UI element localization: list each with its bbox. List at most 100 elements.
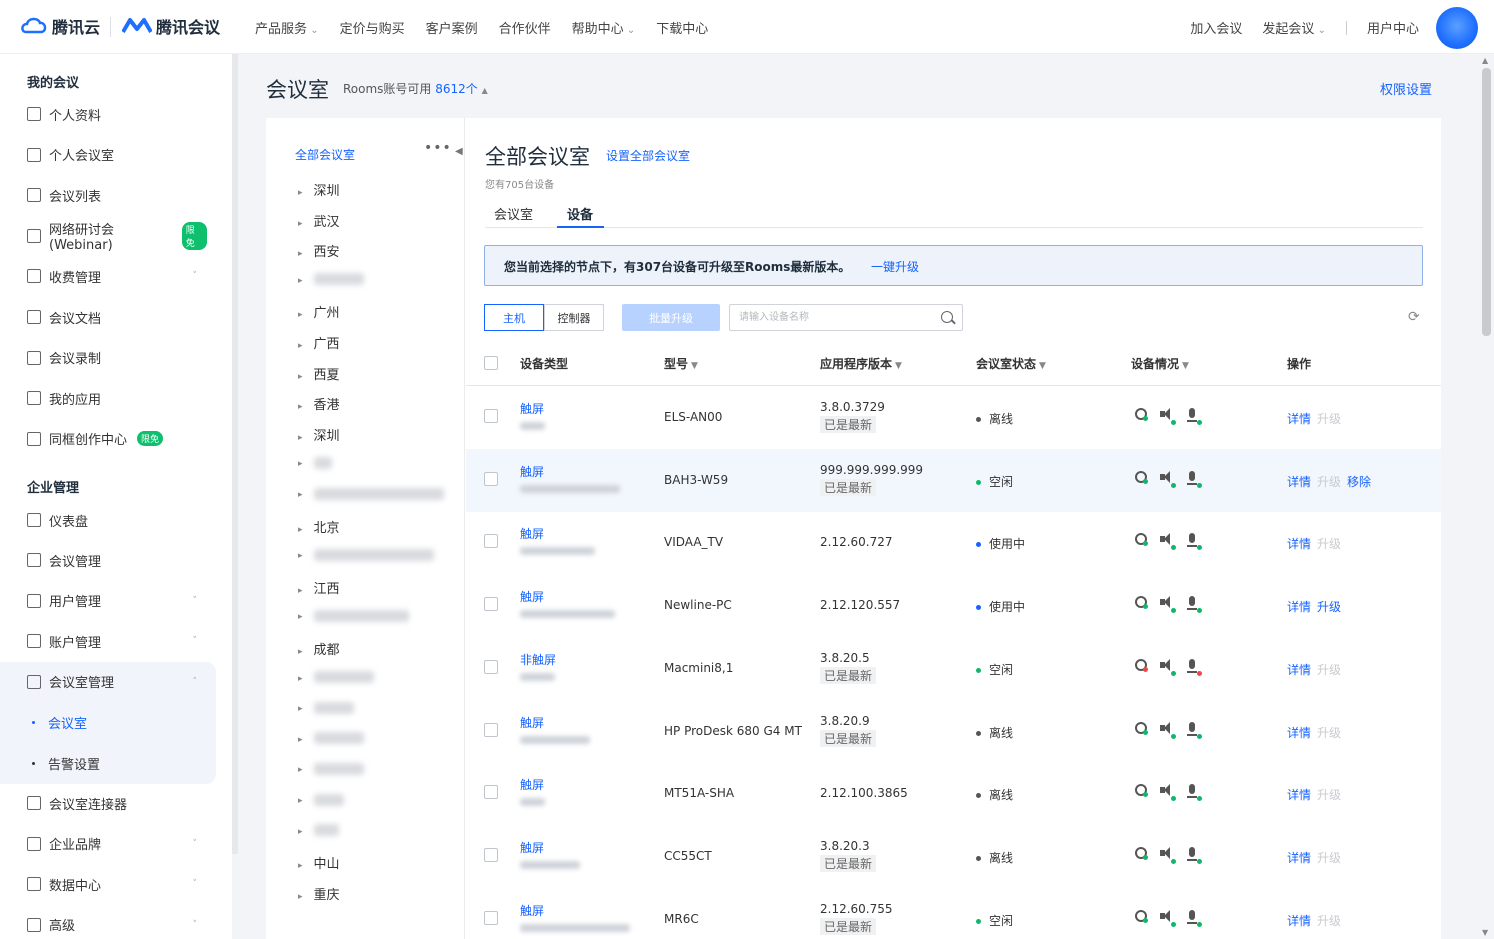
upgrade-link[interactable]: 升级 xyxy=(1317,537,1341,551)
nav-item[interactable]: 下载中心 xyxy=(656,18,708,37)
rooms-availability[interactable]: Rooms账号可用 8612个 ▲ xyxy=(343,80,488,97)
tree-node[interactable]: 深圳 xyxy=(298,180,340,199)
filter-icon[interactable]: ▼ xyxy=(895,361,902,371)
tree-node[interactable] xyxy=(298,608,409,623)
details-link[interactable]: 详情 xyxy=(1287,537,1311,551)
sidebar-subitem[interactable]: 会议室 xyxy=(32,713,87,732)
camera-icon[interactable] xyxy=(1135,909,1148,923)
tree-node[interactable]: 中山 xyxy=(298,853,340,872)
details-link[interactable]: 详情 xyxy=(1287,788,1311,802)
sidebar-item[interactable]: 用户管理 ˅ xyxy=(27,591,207,611)
microphone-icon[interactable] xyxy=(1186,846,1202,864)
one-click-upgrade-link[interactable]: 一键升级 xyxy=(871,258,919,275)
upgrade-link[interactable]: 升级 xyxy=(1317,914,1341,928)
microphone-icon[interactable] xyxy=(1186,596,1202,614)
avatar[interactable] xyxy=(1436,7,1478,49)
speaker-icon[interactable] xyxy=(1160,533,1176,551)
tree-node[interactable] xyxy=(298,547,434,562)
scroll-thumb[interactable] xyxy=(1482,68,1491,336)
sidebar-item[interactable]: 企业品牌 ˅ xyxy=(27,834,207,854)
row-checkbox[interactable] xyxy=(484,471,498,486)
sidebar-scrollbar[interactable] xyxy=(232,54,238,854)
microphone-icon[interactable] xyxy=(1186,533,1202,551)
tree-node[interactable]: 重庆 xyxy=(298,884,340,903)
batch-upgrade-button[interactable]: 批量升级 xyxy=(622,304,720,331)
nav-item[interactable]: 帮助中心 xyxy=(572,18,636,37)
upgrade-link[interactable]: 升级 xyxy=(1317,475,1341,489)
scroll-up-icon[interactable]: ▲ xyxy=(1482,56,1488,65)
sidebar-item[interactable]: 仪表盘 xyxy=(27,510,207,530)
table-row[interactable]: 触屏 VIDAA_TV 2.12.60.727 使用中 详情 升级 xyxy=(466,511,1441,574)
sidebar-subitem[interactable]: 告警设置 xyxy=(32,754,100,773)
sidebar-item[interactable]: 账户管理 ˅ xyxy=(27,631,207,651)
search-icon[interactable] xyxy=(941,311,953,323)
sidebar-item[interactable]: 会议列表 xyxy=(27,185,207,205)
tree-node[interactable]: 深圳 xyxy=(298,425,340,444)
tree-node[interactable]: 广西 xyxy=(298,333,340,352)
setting-all-rooms-link[interactable]: 设置全部会议室 xyxy=(606,147,690,164)
upgrade-link[interactable]: 升级 xyxy=(1317,600,1341,614)
filter-icon[interactable]: ▼ xyxy=(1182,361,1189,371)
table-row[interactable]: 触屏 CC55CT 3.8.20.3 已是最新 离线 详情 升级 xyxy=(466,825,1441,888)
camera-icon[interactable] xyxy=(1135,408,1148,421)
tree-node[interactable] xyxy=(298,670,374,685)
sidebar-item[interactable]: 收费管理 ˅ xyxy=(27,266,207,286)
microphone-icon[interactable] xyxy=(1186,658,1202,676)
upgrade-link[interactable]: 升级 xyxy=(1317,788,1341,802)
select-all-checkbox[interactable] xyxy=(484,356,498,370)
details-link[interactable]: 详情 xyxy=(1287,600,1311,614)
tree-node[interactable] xyxy=(298,792,344,807)
tree-node[interactable] xyxy=(298,700,354,715)
device-type-link[interactable]: 触屏 xyxy=(520,525,544,542)
sidebar-item[interactable]: 网络研讨会(Webinar) 限免 xyxy=(27,221,207,253)
tab-devices[interactable]: 设备 xyxy=(567,204,593,223)
table-row[interactable]: 触屏 ELS-AN00 3.8.0.3729 已是最新 离线 详情 升级 xyxy=(466,386,1441,449)
details-link[interactable]: 详情 xyxy=(1287,663,1311,677)
speaker-icon[interactable] xyxy=(1160,470,1176,488)
tree-node[interactable] xyxy=(298,455,332,470)
table-row[interactable]: 触屏 Newline-PC 2.12.120.557 使用中 详情 升级 xyxy=(466,574,1441,637)
row-checkbox[interactable] xyxy=(484,847,498,862)
tree-node[interactable] xyxy=(298,272,364,287)
table-row[interactable]: 触屏 HP ProDesk 680 G4 MT 3.8.20.9 已是最新 离线 详情 升级 xyxy=(466,700,1441,763)
camera-icon[interactable] xyxy=(1135,658,1148,672)
more-icon[interactable]: ••• xyxy=(424,140,452,156)
tree-node[interactable]: 成都 xyxy=(298,639,340,658)
sidebar-item[interactable]: 我的应用 xyxy=(27,388,207,408)
upgrade-link[interactable]: 升级 xyxy=(1317,412,1341,426)
nav-item[interactable]: 产品服务 xyxy=(255,18,319,37)
tree-node[interactable] xyxy=(298,761,364,776)
filter-icon[interactable]: ▼ xyxy=(1039,361,1046,371)
row-checkbox[interactable] xyxy=(484,534,498,549)
device-type-link[interactable]: 触屏 xyxy=(520,588,544,605)
speaker-icon[interactable] xyxy=(1160,408,1176,425)
sidebar-item[interactable]: 数据中心 ˅ xyxy=(27,874,207,894)
permission-settings-link[interactable]: 权限设置 xyxy=(1380,79,1432,98)
row-checkbox[interactable] xyxy=(484,910,498,925)
camera-icon[interactable] xyxy=(1135,470,1148,484)
tree-node[interactable]: 江西 xyxy=(298,578,340,597)
speaker-icon[interactable] xyxy=(1160,658,1176,676)
tab-rooms[interactable]: 会议室 xyxy=(494,204,533,223)
sidebar-item[interactable]: 同框创作中心 限免 xyxy=(27,429,207,449)
upgrade-link[interactable]: 升级 xyxy=(1317,851,1341,865)
speaker-icon[interactable] xyxy=(1160,846,1176,864)
tree-node[interactable]: 广州 xyxy=(298,302,340,321)
microphone-icon[interactable] xyxy=(1186,408,1202,425)
device-type-link[interactable]: 触屏 xyxy=(520,463,544,480)
device-type-link[interactable]: 触屏 xyxy=(520,714,544,731)
device-type-link[interactable]: 触屏 xyxy=(520,400,544,417)
tencent-cloud-logo[interactable]: 腾讯云 xyxy=(20,14,100,38)
speaker-icon[interactable] xyxy=(1160,784,1176,802)
device-type-link[interactable]: 触屏 xyxy=(520,839,544,856)
nav-item[interactable]: 合作伙伴 xyxy=(499,18,551,37)
device-search-input[interactable] xyxy=(730,305,930,330)
start-meeting-dropdown[interactable]: 发起会议 ⌄ xyxy=(1262,18,1326,37)
tree-root-node[interactable]: 全部会议室 xyxy=(295,146,355,163)
details-link[interactable]: 详情 xyxy=(1287,726,1311,740)
sidebar-item[interactable]: 会议室连接器 xyxy=(27,793,207,813)
nav-item[interactable]: 定价与购买 xyxy=(340,18,405,37)
row-checkbox[interactable] xyxy=(484,659,498,674)
microphone-icon[interactable] xyxy=(1186,909,1202,927)
row-checkbox[interactable] xyxy=(484,597,498,612)
